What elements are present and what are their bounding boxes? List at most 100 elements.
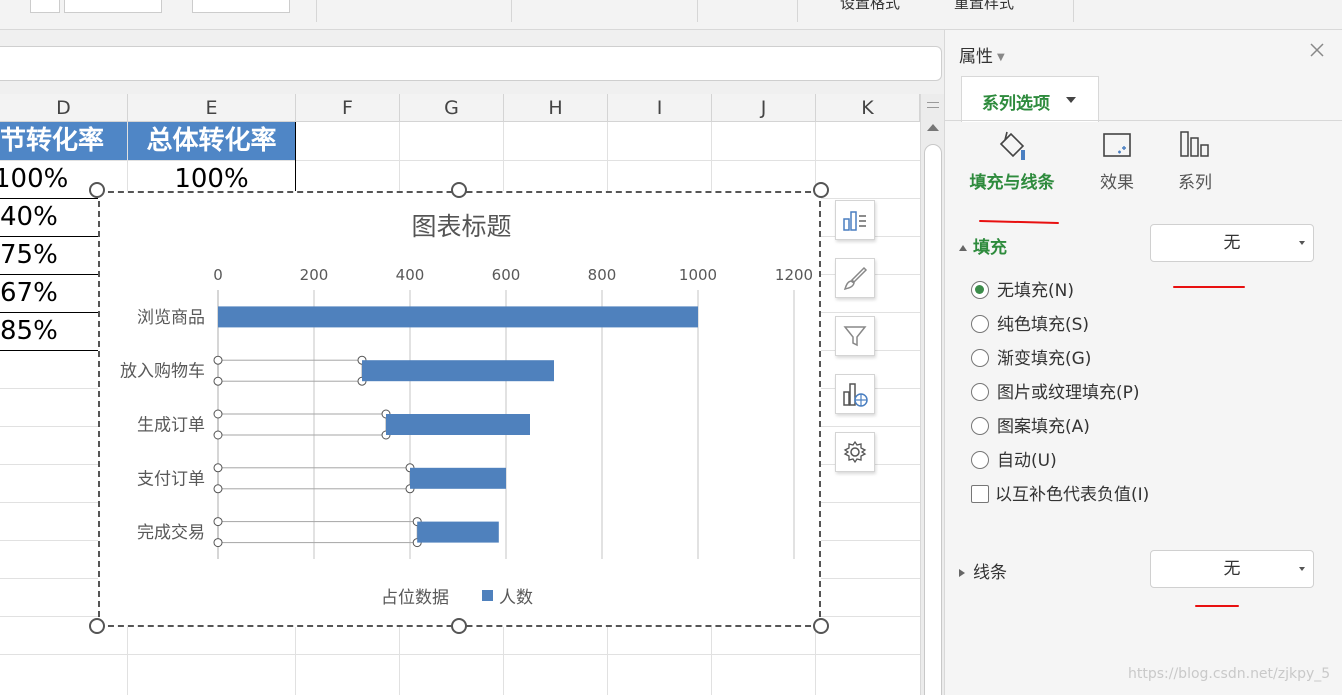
resize-handle-se[interactable] xyxy=(813,618,829,634)
selection-point xyxy=(213,430,223,440)
paint-bucket-icon xyxy=(999,131,1025,160)
subtab-fill-and-line[interactable]: 填充与线条 xyxy=(957,126,1067,196)
y-category-label: 完成交易 xyxy=(137,523,205,543)
dropdown-arrow-icon xyxy=(1299,241,1305,245)
effects-icon xyxy=(1103,133,1131,157)
annotation-underline xyxy=(1195,605,1239,607)
cell-d1-header[interactable]: 节转化率 xyxy=(0,122,127,160)
selection-point xyxy=(213,538,223,548)
scroll-up-arrow-icon[interactable] xyxy=(927,124,939,131)
legend-placeholder-label: 占位数据 xyxy=(381,588,449,608)
resize-handle-nw[interactable] xyxy=(89,182,105,198)
ribbon-control-stub[interactable] xyxy=(192,0,290,13)
ribbon-separator xyxy=(1073,0,1074,22)
selection-point xyxy=(213,355,223,365)
column-header-k[interactable]: K xyxy=(816,94,920,122)
fill-type-dropdown[interactable]: 无 xyxy=(1150,224,1314,262)
formula-bar[interactable] xyxy=(0,46,942,81)
selection-point xyxy=(213,517,223,527)
tab-series-options[interactable]: 系列选项 xyxy=(961,76,1099,122)
chart-plot[interactable]: 0 200 400 600 800 1000 1200 浏览商品放入购物车生成订单支付订单完成… xyxy=(100,193,819,625)
column-header-f[interactable]: F xyxy=(296,94,400,122)
option-label: 图案填充(A) xyxy=(997,417,1090,437)
resize-handle-sw[interactable] xyxy=(89,618,105,634)
ribbon-control-stub[interactable] xyxy=(30,0,60,13)
annotation-underline xyxy=(1173,286,1245,288)
collapse-triangle-icon xyxy=(959,569,965,577)
placeholder-bar xyxy=(217,521,418,544)
reset-style-button[interactable]: 重置样式 xyxy=(954,0,1014,13)
resize-handle-ne[interactable] xyxy=(813,182,829,198)
y-category-label: 生成订单 xyxy=(137,416,205,436)
panel-title[interactable]: 属性 ▼ xyxy=(959,42,1005,67)
radio-picture-fill[interactable]: 图片或纹理填充(P) xyxy=(971,381,1140,405)
subtab-series[interactable]: 系列 xyxy=(1140,126,1250,196)
cell-d3[interactable]: 40% xyxy=(0,198,70,236)
cell-border xyxy=(0,236,100,237)
x-tick-label: 200 xyxy=(300,266,329,284)
column-header-d[interactable]: D xyxy=(0,94,128,122)
close-icon[interactable] xyxy=(1307,40,1327,60)
cell-d4[interactable]: 75% xyxy=(0,236,70,274)
radio-icon xyxy=(971,417,989,435)
y-category-label: 放入购物车 xyxy=(120,362,205,382)
chart-elements-icon[interactable] xyxy=(835,200,875,240)
split-grip-icon[interactable] xyxy=(927,102,939,108)
chevron-down-icon xyxy=(1066,97,1076,103)
watermark-text: https://blog.csdn.net/zjkpy_5 xyxy=(1128,666,1331,682)
cell-d6[interactable]: 85% xyxy=(0,312,70,350)
radio-icon xyxy=(971,315,989,333)
ribbon-separator xyxy=(511,0,512,22)
series-bars-icon xyxy=(1180,131,1209,157)
option-label: 图片或纹理填充(P) xyxy=(997,383,1140,403)
radio-solid-fill[interactable]: 纯色填充(S) xyxy=(971,313,1089,337)
invert-negative-checkbox[interactable]: 以互补色代表负值(I) xyxy=(971,483,1149,507)
legend-series-label: 人数 xyxy=(499,588,533,608)
value-bar xyxy=(386,414,530,435)
radio-pattern-fill[interactable]: 图案填充(A) xyxy=(971,415,1090,439)
x-tick-label: 1200 xyxy=(775,266,813,284)
cell-border xyxy=(295,122,296,198)
ribbon-control-stub[interactable] xyxy=(64,0,162,13)
chart-style-icon[interactable] xyxy=(835,258,875,298)
radio-gradient-fill[interactable]: 渐变填充(G) xyxy=(971,347,1091,371)
vertical-scrollbar[interactable] xyxy=(920,94,944,695)
column-header-e[interactable]: E xyxy=(128,94,296,122)
placeholder-bar xyxy=(217,413,387,436)
subtab-fill-and-line-label: 填充与线条 xyxy=(969,173,1055,193)
fill-section-label: 填充 xyxy=(973,238,1007,258)
settings-gear-icon[interactable] xyxy=(835,432,875,472)
cell-e1-header[interactable]: 总体转化率 xyxy=(128,122,295,160)
cell-d2[interactable]: 100% xyxy=(0,160,68,198)
radio-auto-fill[interactable]: 自动(U) xyxy=(971,449,1057,473)
ribbon-separator xyxy=(697,0,698,22)
radio-no-fill[interactable]: 无填充(N) xyxy=(971,279,1074,303)
option-label: 纯色填充(S) xyxy=(997,315,1090,335)
column-header-i[interactable]: I xyxy=(608,94,712,122)
y-category-label: 浏览商品 xyxy=(137,308,205,328)
expand-triangle-icon xyxy=(959,245,967,251)
spreadsheet-app-window: 设置格式 重置样式 D E F G H I J K 节转化率 总体转化率 100… xyxy=(0,0,1342,695)
option-label: 自动(U) xyxy=(997,451,1057,471)
annotation-underline xyxy=(978,219,1060,225)
funnel-chart[interactable]: 图表标题 0 200 400 600 800 1000 1200 浏览商品 放入购物车 生成订单支… xyxy=(98,191,821,627)
set-format-button[interactable]: 设置格式 xyxy=(840,0,900,13)
selection-point xyxy=(213,463,223,473)
resize-handle-n[interactable] xyxy=(451,182,467,198)
chart-layout-icon[interactable] xyxy=(835,374,875,414)
fill-section-toggle[interactable]: 填充 xyxy=(959,233,1007,258)
cell-d5[interactable]: 67% xyxy=(0,274,70,312)
line-type-value: 无 xyxy=(1223,559,1241,579)
value-bar xyxy=(417,521,499,543)
column-header-h[interactable]: H xyxy=(504,94,608,122)
line-section-toggle[interactable]: 线条 xyxy=(959,558,1007,583)
line-type-dropdown[interactable]: 无 xyxy=(1150,550,1314,588)
chart-filter-icon[interactable] xyxy=(835,316,875,356)
scrollbar-thumb[interactable] xyxy=(924,144,942,695)
dropdown-arrow-icon xyxy=(1299,567,1305,571)
column-header-j[interactable]: J xyxy=(712,94,816,122)
option-label: 无填充(N) xyxy=(997,281,1074,301)
cell-border xyxy=(0,312,100,313)
column-header-g[interactable]: G xyxy=(400,94,504,122)
resize-handle-s[interactable] xyxy=(451,618,467,634)
